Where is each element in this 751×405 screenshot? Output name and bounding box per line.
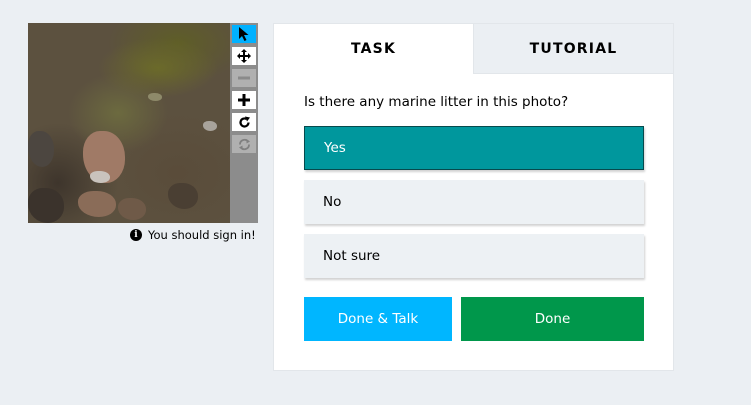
reset-icon [238,138,250,150]
answer-no[interactable]: No [304,180,644,224]
pointer-icon [239,27,249,41]
info-icon: i [130,229,142,241]
zoom-out-button[interactable] [232,69,256,87]
task-tabs: TASK TUTORIAL [274,24,673,74]
zoom-in-icon [238,94,250,106]
done-and-talk-button[interactable]: Done & Talk [304,297,452,341]
subject-viewer [28,23,258,223]
zoom-in-button[interactable] [232,91,256,109]
done-button[interactable]: Done [461,297,644,341]
move-icon [237,49,251,63]
zoom-out-icon [238,76,250,80]
answer-label: No [323,194,342,210]
reset-button[interactable] [232,135,256,153]
signin-notice: i You should sign in! [130,228,256,242]
signin-message: You should sign in! [148,228,256,242]
answer-not-sure[interactable]: Not sure [304,234,644,278]
tab-task[interactable]: TASK [274,24,473,74]
pointer-tool-button[interactable] [232,25,256,43]
rotate-button[interactable] [232,113,256,131]
tab-tutorial[interactable]: TUTORIAL [473,24,673,74]
rotate-icon [238,116,250,128]
task-panel: TASK TUTORIAL Is there any marine litter… [273,23,674,371]
subject-image[interactable] [28,23,230,223]
viewer-toolbar [230,23,258,223]
answer-label: Not sure [323,248,381,264]
answer-yes[interactable]: Yes [304,126,644,170]
move-tool-button[interactable] [232,47,256,65]
answer-label: Yes [324,140,346,156]
task-question: Is there any marine litter in this photo… [304,94,569,110]
